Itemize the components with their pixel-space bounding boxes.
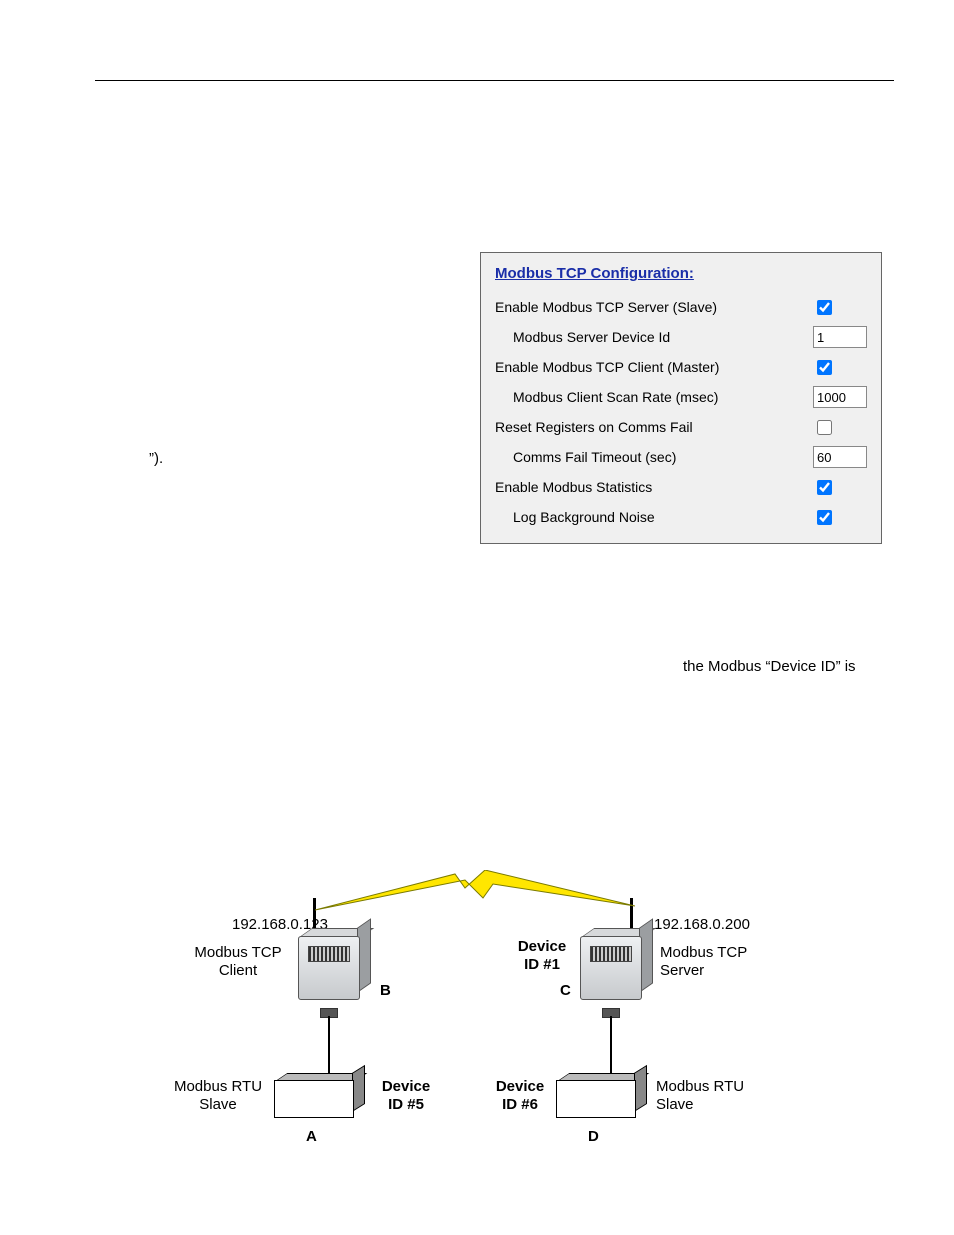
label-dev5-l2: ID #5: [388, 1096, 424, 1113]
label-left-role-l2: Client: [219, 962, 257, 979]
label-dev6-l2: ID #6: [502, 1096, 538, 1113]
checkbox-reset-on-fail[interactable]: [817, 420, 832, 435]
label-client-scan-rate: Modbus Client Scan Rate (msec): [495, 389, 813, 405]
checkbox-log-noise[interactable]: [817, 510, 832, 525]
checkbox-enable-tcp-server[interactable]: [817, 300, 832, 315]
row-client-scan-rate: Modbus Client Scan Rate (msec): [495, 382, 869, 412]
label-right-role: Modbus TCP Server: [660, 944, 760, 980]
row-reset-on-fail: Reset Registers on Comms Fail: [495, 412, 869, 442]
label-center-id-l2: ID #1: [524, 956, 560, 973]
row-enable-stats: Enable Modbus Statistics: [495, 472, 869, 502]
row-log-noise: Log Background Noise: [495, 502, 869, 532]
label-slave-left-l1: Modbus RTU: [174, 1078, 262, 1095]
label-C: C: [560, 982, 571, 1000]
label-left-role: Modbus TCP Client: [188, 944, 288, 980]
input-fail-timeout[interactable]: [813, 446, 867, 468]
row-fail-timeout: Comms Fail Timeout (sec): [495, 442, 869, 472]
label-enable-tcp-client: Enable Modbus TCP Client (Master): [495, 359, 813, 375]
label-enable-stats: Enable Modbus Statistics: [495, 479, 813, 495]
slave-a: [274, 1080, 364, 1126]
label-right-ip: 192.168.0.200: [654, 916, 750, 934]
row-server-device-id: Modbus Server Device Id: [495, 322, 869, 352]
label-reset-on-fail: Reset Registers on Comms Fail: [495, 419, 813, 435]
row-enable-tcp-server: Enable Modbus TCP Server (Slave): [495, 292, 869, 322]
label-D: D: [588, 1128, 599, 1146]
wire-left: [328, 1016, 330, 1076]
label-log-noise: Log Background Noise: [495, 509, 813, 525]
network-diagram: 192.168.0.123 192.168.0.200 Modbus TCP C…: [180, 870, 780, 1190]
config-title: Modbus TCP Configuration:: [495, 265, 881, 282]
checkbox-enable-stats[interactable]: [817, 480, 832, 495]
label-slave-right-l2: Slave: [656, 1096, 694, 1113]
device-b: [298, 936, 370, 1010]
label-A: A: [306, 1128, 317, 1146]
label-left-role-l1: Modbus TCP: [194, 944, 281, 961]
slave-d: [556, 1080, 646, 1126]
label-fail-timeout: Comms Fail Timeout (sec): [495, 449, 813, 465]
label-dev5: Device ID #5: [376, 1078, 436, 1114]
device-c: [580, 936, 652, 1010]
label-slave-right-l1: Modbus RTU: [656, 1078, 744, 1095]
checkbox-enable-tcp-client[interactable]: [817, 360, 832, 375]
label-center-device-id: Device ID #1: [512, 938, 572, 974]
label-slave-left-l2: Slave: [199, 1096, 237, 1113]
row-enable-tcp-client: Enable Modbus TCP Client (Master): [495, 352, 869, 382]
label-right-role-l2: Server: [660, 962, 704, 979]
radio-link-icon: [315, 870, 635, 918]
label-slave-left: Modbus RTU Slave: [168, 1078, 268, 1114]
input-client-scan-rate[interactable]: [813, 386, 867, 408]
text-device-id-fragment: the Modbus “Device ID” is: [683, 657, 856, 677]
label-server-device-id: Modbus Server Device Id: [495, 329, 813, 345]
label-enable-tcp-server: Enable Modbus TCP Server (Slave): [495, 299, 813, 315]
label-slave-right: Modbus RTU Slave: [656, 1078, 756, 1114]
label-center-id-l1: Device: [518, 938, 566, 955]
text-quote-close: ”).: [149, 449, 163, 469]
label-dev6: Device ID #6: [490, 1078, 550, 1114]
label-B: B: [380, 982, 391, 1000]
modbus-tcp-config-panel: Modbus TCP Configuration: Enable Modbus …: [480, 252, 882, 544]
header-rule: [95, 80, 894, 81]
label-dev6-l1: Device: [496, 1078, 544, 1095]
input-server-device-id[interactable]: [813, 326, 867, 348]
label-right-role-l1: Modbus TCP: [660, 944, 747, 961]
label-dev5-l1: Device: [382, 1078, 430, 1095]
wire-right: [610, 1016, 612, 1076]
